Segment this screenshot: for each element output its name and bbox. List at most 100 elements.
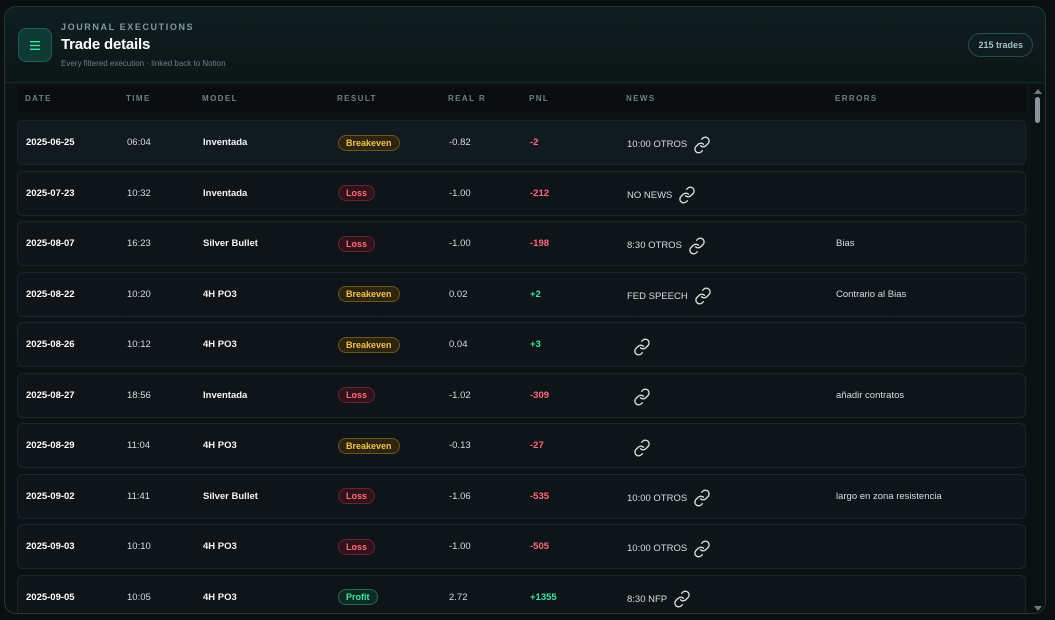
vertical-scrollbar[interactable] bbox=[1031, 85, 1045, 613]
section-eyebrow: JOURNAL EXECUTIONS bbox=[61, 22, 195, 32]
scrollbar-thumb[interactable] bbox=[1035, 97, 1040, 123]
column-header-pnl[interactable]: PNL bbox=[529, 94, 549, 103]
table-row[interactable]: 2025-08-29 11:04 4H PO3 Breakeven -0.13 -27 bbox=[17, 423, 1026, 468]
cell-time: 10:20 bbox=[127, 288, 151, 300]
cell-model: 4H PO3 bbox=[203, 591, 237, 603]
cell-pnl: -2 bbox=[530, 137, 539, 148]
cell-real-r: -1.06 bbox=[449, 490, 471, 502]
table-header: DATE TIME MODEL RESULT REAL R PNL NEWS E… bbox=[17, 85, 1026, 112]
news-label: 8:30 OTROS bbox=[627, 240, 682, 251]
cell-news bbox=[627, 424, 651, 467]
trade-details-panel: JOURNAL EXECUTIONS Trade details Every f… bbox=[4, 6, 1046, 614]
notion-link-icon[interactable] bbox=[693, 135, 711, 154]
result-badge: Loss bbox=[338, 185, 376, 201]
cell-result: Loss bbox=[338, 222, 376, 265]
column-header-time[interactable]: TIME bbox=[126, 94, 151, 103]
result-badge: Loss bbox=[338, 488, 376, 504]
notion-link-icon[interactable] bbox=[633, 388, 651, 406]
panel-header: JOURNAL EXECUTIONS Trade details Every f… bbox=[5, 7, 1045, 83]
result-badge: Loss bbox=[338, 387, 376, 403]
cell-result: Breakeven bbox=[338, 121, 400, 164]
cell-errors: Contrario al Bias bbox=[836, 288, 907, 300]
table-row[interactable]: 2025-06-25 06:04 Inventada Breakeven -0.82 -2… bbox=[17, 120, 1026, 165]
cell-time: 06:04 bbox=[127, 137, 151, 148]
cell-pnl: -27 bbox=[530, 440, 544, 451]
column-header-result[interactable]: RESULT bbox=[337, 94, 377, 103]
cell-result: Breakeven bbox=[338, 323, 400, 366]
menu-button[interactable] bbox=[18, 28, 52, 62]
cell-time: 18:56 bbox=[127, 389, 151, 401]
column-header-news[interactable]: NEWS bbox=[626, 94, 656, 103]
cell-date: 2025-09-03 bbox=[26, 541, 75, 552]
result-badge: Loss bbox=[338, 235, 376, 252]
scroll-up-arrow[interactable] bbox=[1034, 89, 1042, 94]
cell-date: 2025-08-07 bbox=[26, 238, 75, 249]
cell-date: 2025-08-26 bbox=[26, 339, 75, 350]
table-row[interactable]: 2025-07-23 10:32 Inventada Loss -1.00 -212 NO … bbox=[17, 170, 1026, 216]
cell-time: 16:23 bbox=[127, 238, 151, 249]
cell-model: Inventada bbox=[203, 137, 248, 148]
result-badge: Breakeven bbox=[338, 336, 400, 353]
notion-link-icon[interactable] bbox=[633, 438, 651, 457]
cell-model: Inventada bbox=[203, 389, 248, 401]
cell-errors: Bias bbox=[836, 238, 855, 249]
column-header-date[interactable]: DATE bbox=[25, 94, 52, 103]
cell-date: 2025-08-29 bbox=[26, 440, 75, 451]
column-header-model[interactable]: MODEL bbox=[202, 94, 238, 103]
cell-result: Loss bbox=[338, 475, 376, 518]
cell-real-r: -0.13 bbox=[449, 440, 471, 451]
cell-pnl: -309 bbox=[530, 389, 550, 401]
table-row[interactable]: 2025-09-05 10:05 4H PO3 Profit 2.72 +1355 8:30… bbox=[17, 574, 1026, 614]
notion-link-icon[interactable] bbox=[688, 236, 706, 255]
cell-result: Profit bbox=[338, 576, 378, 614]
notion-link-icon[interactable] bbox=[693, 539, 711, 558]
cell-date: 2025-08-22 bbox=[26, 288, 75, 300]
cell-model: Silver Bullet bbox=[203, 490, 258, 502]
scroll-down-arrow[interactable] bbox=[1034, 606, 1042, 611]
cell-time: 11:04 bbox=[127, 440, 151, 451]
result-badge: Profit bbox=[338, 589, 378, 605]
notion-link-icon[interactable] bbox=[673, 590, 691, 608]
cell-pnl: +3 bbox=[530, 339, 541, 350]
result-badge: Breakeven bbox=[338, 286, 400, 302]
cell-model: 4H PO3 bbox=[203, 288, 237, 300]
cell-model: 4H PO3 bbox=[203, 541, 237, 552]
table-row[interactable]: 2025-08-26 10:12 4H PO3 Breakeven 0.04 +3 bbox=[17, 322, 1026, 367]
cell-pnl: -505 bbox=[530, 541, 550, 552]
cell-real-r: 0.04 bbox=[449, 339, 468, 350]
trade-count-badge: 215 trades bbox=[968, 33, 1033, 57]
notion-link-icon[interactable] bbox=[678, 186, 696, 204]
cell-result: Loss bbox=[338, 172, 376, 215]
news-label: 10:00 OTROS bbox=[627, 543, 688, 554]
table-row[interactable]: 2025-08-27 18:56 Inventada Loss -1.02 -309 aña… bbox=[17, 372, 1026, 418]
cell-result: Loss bbox=[338, 374, 376, 417]
cell-model: Silver Bullet bbox=[203, 238, 258, 249]
column-header-real-r[interactable]: REAL R bbox=[448, 94, 486, 103]
cell-model: 4H PO3 bbox=[203, 339, 237, 350]
cell-model: Inventada bbox=[203, 187, 248, 199]
notion-link-icon[interactable] bbox=[694, 287, 712, 305]
table-row[interactable]: 2025-08-22 10:20 4H PO3 Breakeven 0.02 +2 FED … bbox=[17, 271, 1026, 317]
cell-date: 2025-08-27 bbox=[26, 389, 75, 401]
cell-time: 10:05 bbox=[127, 591, 151, 603]
cell-news: 10:00 OTROS bbox=[627, 121, 711, 164]
menu-icon bbox=[30, 40, 40, 50]
cell-date: 2025-09-02 bbox=[26, 490, 75, 502]
cell-pnl: -212 bbox=[530, 187, 550, 199]
table-row[interactable]: 2025-09-02 11:41 Silver Bullet Loss -1.06 -53… bbox=[17, 473, 1026, 519]
cell-result: Breakeven bbox=[338, 273, 400, 316]
cell-date: 2025-09-05 bbox=[26, 591, 75, 603]
cell-news: 10:00 OTROS bbox=[627, 525, 711, 568]
cell-model: 4H PO3 bbox=[203, 440, 237, 451]
cell-time: 10:10 bbox=[127, 541, 151, 552]
cell-news: FED SPEECH bbox=[627, 273, 712, 316]
notion-link-icon[interactable] bbox=[633, 337, 651, 356]
table-row[interactable]: 2025-09-03 10:10 4H PO3 Loss -1.00 -505 10:00 … bbox=[17, 524, 1026, 569]
cell-news: 8:30 OTROS bbox=[627, 222, 706, 265]
column-header-errors[interactable]: ERRORS bbox=[835, 94, 878, 103]
cell-real-r: -1.00 bbox=[449, 541, 471, 552]
news-label: 8:30 NFP bbox=[627, 593, 668, 605]
notion-link-icon[interactable] bbox=[693, 489, 711, 507]
cell-time: 10:12 bbox=[127, 339, 151, 350]
table-row[interactable]: 2025-08-07 16:23 Silver Bullet Loss -1.00 -19… bbox=[17, 221, 1026, 266]
